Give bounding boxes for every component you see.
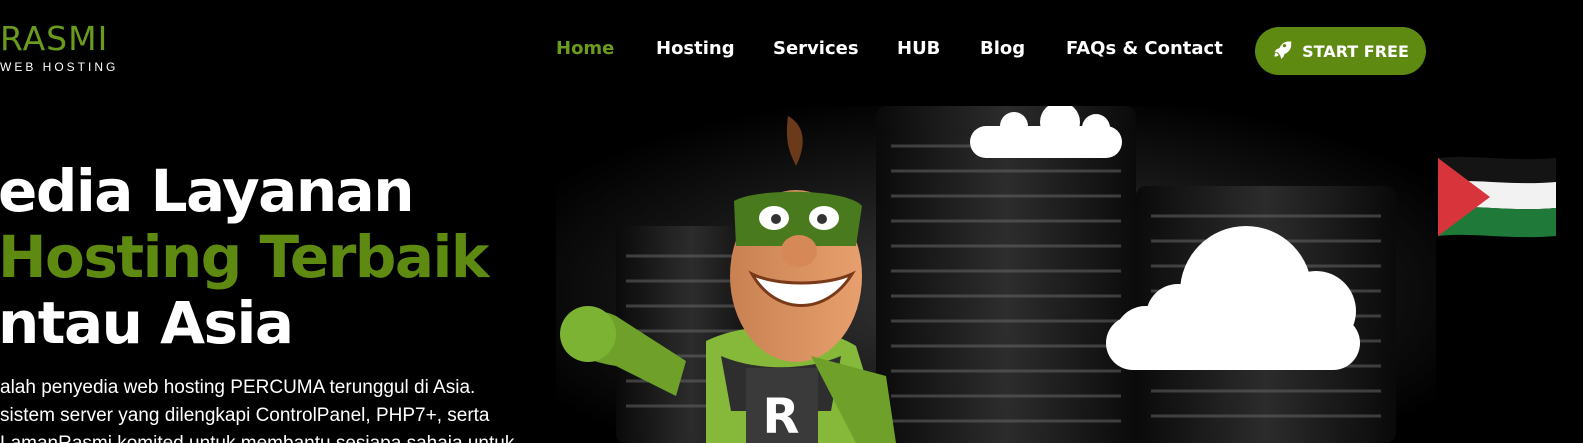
page: RASMI WEB HOSTING Home Hosting Services …: [0, 0, 1583, 443]
start-free-label: START FREE: [1302, 41, 1409, 61]
start-free-button[interactable]: START FREE: [1255, 27, 1426, 75]
logo-name: RASMI: [0, 19, 109, 58]
hero-description-line-2: sistem server yang dilengkapi ControlPan…: [0, 405, 490, 426]
hero-description-line-1: alah penyedia web hosting PERCUMA terung…: [0, 377, 476, 398]
nav-item-hub[interactable]: HUB: [897, 38, 940, 59]
hero-description-line-3: LamanRasmi komited untuk membantu sesiap…: [0, 430, 514, 443]
hero-illustration: R: [556, 106, 1436, 443]
logo-tagline: WEB HOSTING: [0, 60, 119, 74]
palestine-flag-icon: [1438, 156, 1556, 238]
mascot-badge-letter: R: [763, 389, 800, 443]
nav-item-home[interactable]: Home: [556, 38, 614, 59]
nav-item-services[interactable]: Services: [773, 38, 859, 59]
nav-item-blog[interactable]: Blog: [980, 38, 1025, 59]
nav-item-faqs-contact[interactable]: FAQs & Contact: [1066, 38, 1223, 59]
hero-title: edia Layanan Hosting Terbaik ntau Asia: [0, 157, 489, 357]
logo[interactable]: RASMI WEB HOSTING: [0, 19, 119, 75]
rocket-icon: [1272, 39, 1292, 63]
nav-item-hosting[interactable]: Hosting: [656, 38, 735, 59]
hero-description: alah penyedia web hosting PERCUMA terung…: [0, 374, 514, 443]
hero-title-line-3: ntau Asia: [0, 289, 294, 357]
hero-title-line-2: Hosting Terbaik: [0, 223, 489, 291]
hero-title-line-1: edia Layanan: [0, 157, 415, 225]
